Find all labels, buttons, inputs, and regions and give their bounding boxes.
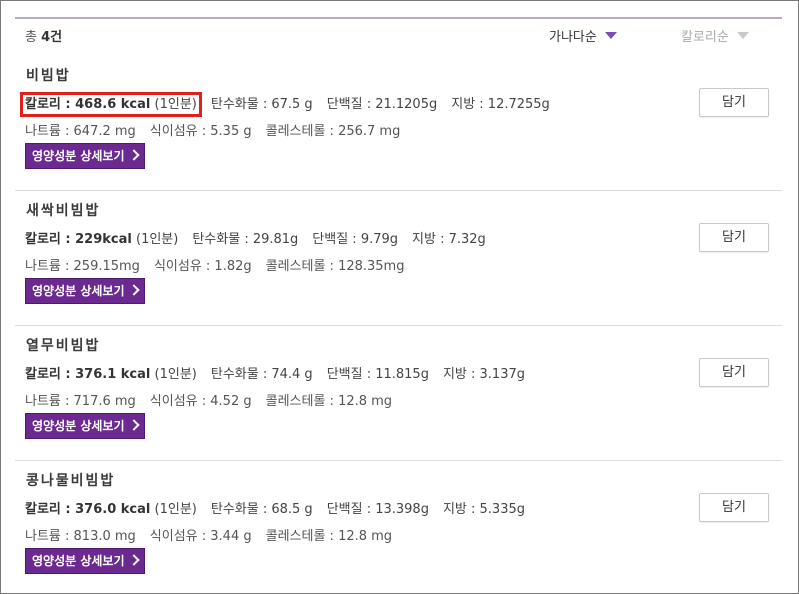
list-item: 비빔밥 칼로리 : 468.6 kcal (1인분) 탄수화물 : 67.5 g단… xyxy=(20,65,775,185)
food-name: 새싹비빔밥 xyxy=(26,203,101,219)
item-divider xyxy=(15,460,782,461)
total-count: 총 4건 xyxy=(25,30,63,45)
nutrition-row-main: 칼로리 : 468.6 kcal (1인분) 탄수화물 : 67.5 g 단백질 :… xyxy=(20,92,550,117)
nutrition-detail-button[interactable]: 영양성분 상세보기 xyxy=(25,143,145,169)
nutrition-row-sub: 나트륨 : 259.15mg 식이섬유 : 1.82g 콜레스테롤 : 128.35… xyxy=(25,259,405,274)
nutrition-row-sub: 나트륨 : 813.0 mg 식이섬유 : 3.44 g 콜레스테롤 : 12.8 … xyxy=(25,529,393,544)
nutrition-row-sub: 나트륨 : 647.2 mg 식이섬유 : 5.35 g 콜레스테롤 : 256.7… xyxy=(25,124,401,139)
top-divider xyxy=(15,17,782,19)
list-item: 콩나물비빔밥 칼로리 : 376.0 kcal (1인분) 탄수화물 : 68.5… xyxy=(25,470,775,590)
list-item: 열무비빔밥 칼로리 : 376.1 kcal (1인분) 탄수화물 : 74.4 … xyxy=(25,335,775,455)
sort-alphabetical-button[interactable]: 가나다순 xyxy=(549,26,617,45)
add-button[interactable]: 담기 xyxy=(699,88,769,117)
nutrition-detail-button[interactable]: 영양성분 상세보기 xyxy=(25,413,145,439)
sort-triangle-icon xyxy=(604,32,617,39)
sort-triangle-icon xyxy=(736,32,749,39)
nutrition-detail-button[interactable]: 영양성분 상세보기 xyxy=(25,548,145,574)
nutrition-detail-button[interactable]: 영양성분 상세보기 xyxy=(25,278,145,304)
food-name: 열무비빔밥 xyxy=(26,338,101,354)
item-divider xyxy=(15,325,782,326)
chevron-right-icon xyxy=(127,554,140,566)
add-button[interactable]: 담기 xyxy=(699,223,769,252)
food-name: 콩나물비빔밥 xyxy=(26,473,116,489)
result-panel: 총 4건 가나다순 칼로리순 비빔밥 칼로리 : 468.6 kcal (1인분… xyxy=(0,0,799,594)
nutrition-row-main: 칼로리 : 376.0 kcal (1인분) 탄수화물 : 68.5 g 단백질 :… xyxy=(25,502,525,517)
add-button[interactable]: 담기 xyxy=(699,493,769,522)
sort-calorie-button[interactable]: 칼로리순 xyxy=(681,26,749,45)
item-divider xyxy=(15,190,782,191)
nutrition-row-main: 칼로리 : 229kcal (1인분) 탄수화물 : 29.81g 단백질 : 9.… xyxy=(25,232,486,247)
nutrition-row-main: 칼로리 : 376.1 kcal (1인분) 탄수화물 : 74.4 g 단백질 :… xyxy=(25,367,525,382)
list-item: 새싹비빔밥 칼로리 : 229kcal (1인분) 탄수화물 : 29.81g 단백… xyxy=(25,200,775,320)
chevron-right-icon xyxy=(127,149,140,161)
calorie-highlight: 칼로리 : 468.6 kcal (1인분) xyxy=(20,92,202,117)
add-button[interactable]: 담기 xyxy=(699,358,769,387)
chevron-right-icon xyxy=(127,284,140,296)
nutrition-row-sub: 나트륨 : 717.6 mg 식이섬유 : 4.52 g 콜레스테롤 : 12.8 … xyxy=(25,394,393,409)
food-name: 비빔밥 xyxy=(26,68,71,84)
list-header: 총 4건 가나다순 칼로리순 xyxy=(25,25,773,47)
chevron-right-icon xyxy=(127,419,140,431)
